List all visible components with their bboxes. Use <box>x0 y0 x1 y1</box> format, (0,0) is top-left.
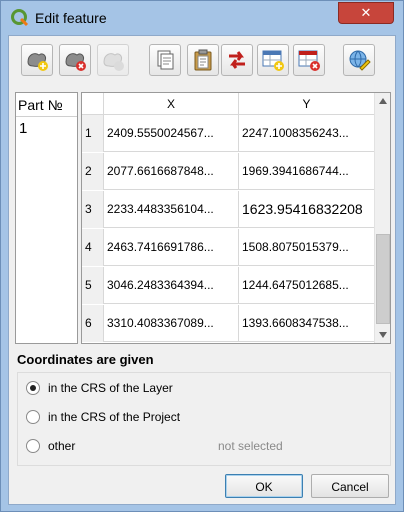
reverse-button[interactable] <box>221 44 253 76</box>
row-number: 3 <box>82 191 104 228</box>
row-number: 2 <box>82 153 104 190</box>
delete-vertex-button[interactable] <box>293 44 325 76</box>
y-cell[interactable]: 1393.6608347538... <box>239 305 374 342</box>
x-cell[interactable]: 2409.5550024567... <box>104 115 239 152</box>
table-row[interactable]: 5 3046.2483364394... 1244.6475012685... <box>82 267 374 304</box>
radio-button[interactable] <box>26 439 40 453</box>
row-number: 6 <box>82 305 104 342</box>
dialog-body: Part № 1 X Y 1 2409.5550024567... 2247.1… <box>8 35 396 505</box>
radio-label: in the CRS of the Layer <box>48 381 173 395</box>
edit-feature-dialog: Edit feature ✕ Part № 1 X Y 1 2409.55500… <box>0 0 404 512</box>
chevron-up-icon <box>379 98 387 104</box>
radio-selected-dot <box>30 385 36 391</box>
add-vertex-button[interactable] <box>257 44 289 76</box>
cancel-button[interactable]: Cancel <box>311 474 389 498</box>
copy-part-icon <box>103 53 124 71</box>
vertical-scrollbar[interactable] <box>374 93 390 343</box>
table-row[interactable]: 4 2463.7416691786... 1508.8075015379... <box>82 229 374 266</box>
add-part-button[interactable] <box>21 44 53 76</box>
table-row[interactable]: 3 2233.4483356104... 1623.95416832208 <box>82 191 374 228</box>
x-cell[interactable]: 2077.6616687848... <box>104 153 239 190</box>
coordinates-section-title: Coordinates are given <box>17 352 154 367</box>
scrollbar-thumb[interactable] <box>376 234 390 324</box>
radio-other[interactable]: other not selected <box>26 437 386 457</box>
table-row[interactable]: 2 2077.6616687848... 1969.3941686744... <box>82 153 374 190</box>
chevron-down-icon <box>379 332 387 338</box>
corner-cell <box>82 93 104 115</box>
y-cell[interactable]: 1508.8075015379... <box>239 229 374 266</box>
copy-icon <box>157 50 174 70</box>
add-part-icon <box>27 53 48 71</box>
toolbar <box>15 44 391 80</box>
column-header-y[interactable]: Y <box>239 93 374 115</box>
close-icon: ✕ <box>360 5 372 20</box>
y-cell[interactable]: 1623.95416832208 <box>239 191 374 228</box>
parts-header: Part № <box>16 93 77 117</box>
row-number: 1 <box>82 115 104 152</box>
scroll-down-button[interactable] <box>375 327 390 343</box>
row-number: 5 <box>82 267 104 304</box>
table-row[interactable]: 1 2409.5550024567... 2247.1008356243... <box>82 115 374 152</box>
copy-part-button[interactable] <box>97 44 129 76</box>
qgis-logo-icon <box>11 9 29 27</box>
column-header-x[interactable]: X <box>104 93 239 115</box>
x-cell[interactable]: 2463.7416691786... <box>104 229 239 266</box>
delete-vertex-icon <box>298 50 320 71</box>
paste-icon <box>194 49 212 71</box>
radio-label: in the CRS of the Project <box>48 410 181 424</box>
radio-button[interactable] <box>26 410 40 424</box>
scroll-up-button[interactable] <box>375 93 390 109</box>
add-vertex-icon <box>262 50 284 71</box>
row-number: 4 <box>82 229 104 266</box>
reverse-icon <box>229 51 245 69</box>
table-header: X Y <box>82 93 374 115</box>
title-bar[interactable]: Edit feature ✕ <box>1 1 403 35</box>
radio-label: other <box>48 439 76 453</box>
ok-button[interactable]: OK <box>225 474 303 498</box>
delete-part-button[interactable] <box>59 44 91 76</box>
y-cell[interactable]: 1969.3941686744... <box>239 153 374 190</box>
x-cell[interactable]: 2233.4483356104... <box>104 191 239 228</box>
vertex-table[interactable]: X Y 1 2409.5550024567... 2247.1008356243… <box>81 92 391 344</box>
table-row[interactable]: 6 3310.4083367089... 1393.6608347538... <box>82 305 374 342</box>
crs-button[interactable] <box>343 44 375 76</box>
copy-button[interactable] <box>149 44 181 76</box>
y-cell[interactable]: 2247.1008356243... <box>239 115 374 152</box>
window-title: Edit feature <box>35 10 107 26</box>
paste-button[interactable] <box>187 44 219 76</box>
y-cell[interactable]: 1244.6475012685... <box>239 267 374 304</box>
close-button[interactable]: ✕ <box>338 2 394 24</box>
x-cell[interactable]: 3046.2483364394... <box>104 267 239 304</box>
globe-icon <box>349 50 371 71</box>
x-cell[interactable]: 3310.4083367089... <box>104 305 239 342</box>
coordinates-group: in the CRS of the Layer in the CRS of th… <box>17 372 391 466</box>
parts-list[interactable]: Part № 1 <box>15 92 78 344</box>
radio-button[interactable] <box>26 381 40 395</box>
other-crs-value: not selected <box>218 439 283 453</box>
part-item[interactable]: 1 <box>16 117 77 137</box>
delete-part-icon <box>65 53 86 71</box>
